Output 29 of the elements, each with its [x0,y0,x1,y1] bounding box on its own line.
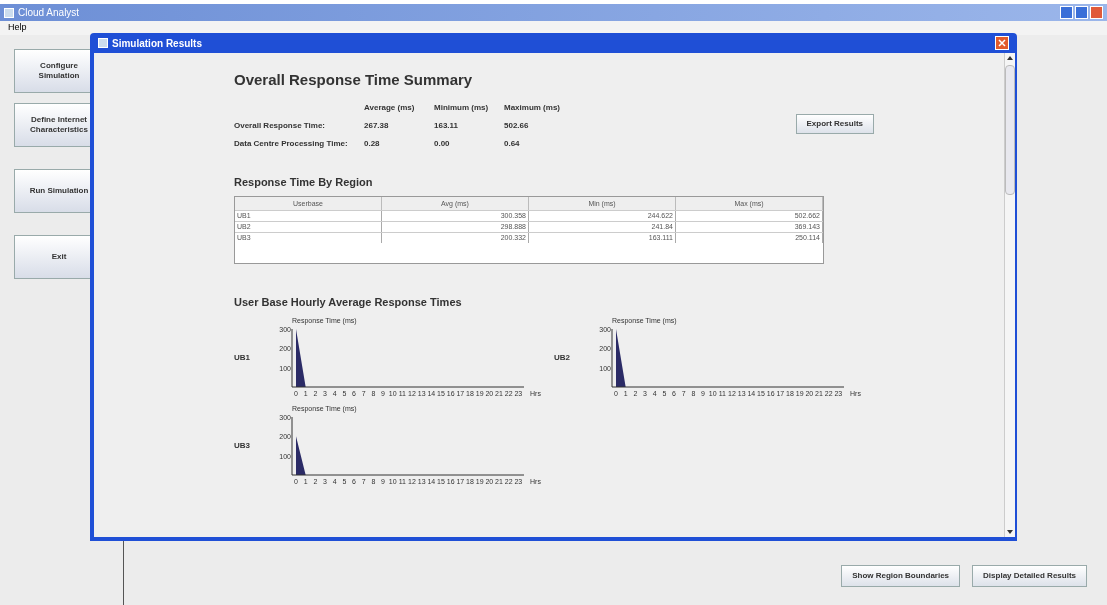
app-icon [4,7,14,18]
section-title: Response Time By Region [234,174,374,190]
bottom-button[interactable]: Show Region Boundaries [841,565,961,587]
column-header: Maximum (ms) [504,101,561,114]
value-text: 0.28 [364,137,381,150]
close-icon[interactable] [1090,6,1103,19]
value-text: 267.38 [364,119,390,132]
window-title: Cloud Analyst [18,6,80,20]
value-text: 0.00 [434,137,451,150]
column-header: Minimum (ms) [434,101,490,114]
chart-label: UB2 [554,351,571,364]
row-label: Overall Response Time: [234,119,326,132]
value-text: 163.11 [434,119,460,132]
export-button[interactable]: Export Results [795,113,874,134]
value-text: 502.66 [504,119,530,132]
close-icon[interactable] [995,36,1009,50]
dialog-title: Simulation Results [112,36,202,51]
menu-item[interactable]: Help [8,21,27,35]
value-text: 0.64 [504,137,521,150]
column-header: Average (ms) [364,101,416,114]
scroll-thumb[interactable] [1005,65,1015,195]
bottom-button[interactable]: Display Detailed Results [972,565,1087,587]
section-title: User Base Hourly Average Response Times [234,295,463,310]
row-label: Data Centre Processing Time: [234,137,349,150]
dialog-icon [98,38,108,48]
scrollbar[interactable] [1004,53,1015,537]
chart-label: UB1 [234,351,251,364]
section-title: Overall Response Time Summary [234,70,474,90]
chart-label: UB3 [234,439,251,452]
